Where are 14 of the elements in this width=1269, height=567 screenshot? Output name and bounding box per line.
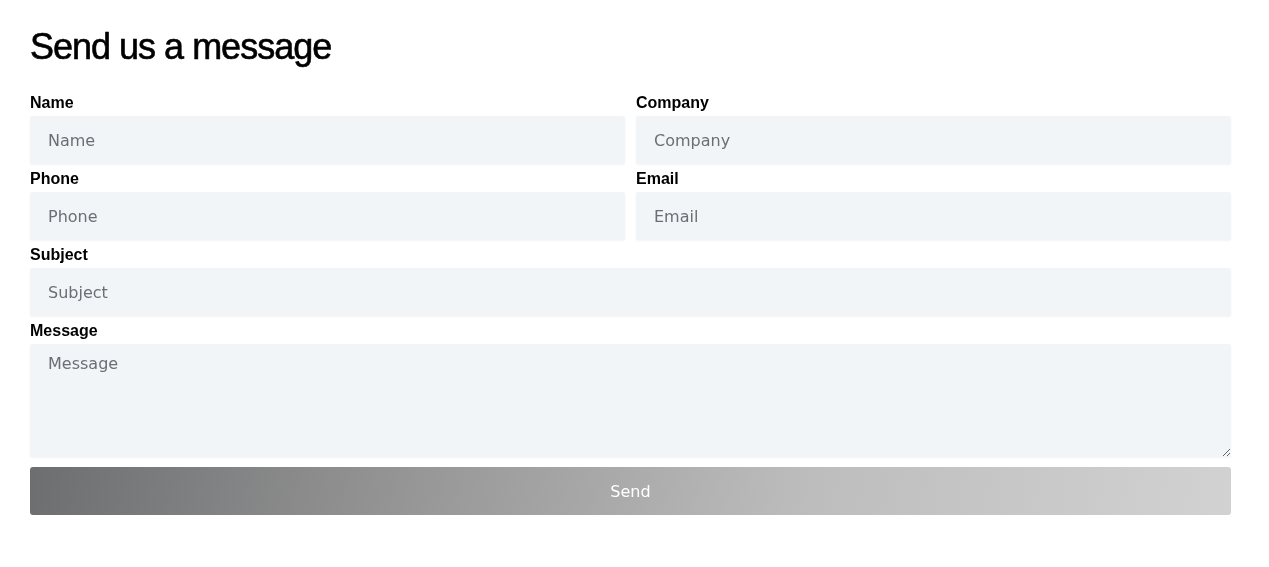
field-label: Phone	[30, 170, 79, 188]
field-label: Message	[30, 322, 98, 340]
field-label: Email	[636, 170, 679, 188]
form-title: Send us a message	[30, 26, 333, 68]
input-field[interactable]: Email	[636, 192, 1231, 240]
input-field[interactable]: Name	[30, 116, 625, 164]
field-label: Company	[636, 94, 709, 112]
field-label: Subject	[30, 246, 88, 264]
input-field[interactable]: Company	[636, 116, 1231, 164]
send-button[interactable]: Send	[30, 467, 1231, 515]
input-field[interactable]: Phone	[30, 192, 625, 240]
field-label: Name	[30, 94, 74, 112]
input-field[interactable]: Subject	[30, 268, 1231, 316]
message-field[interactable]: Message	[30, 344, 1231, 457]
